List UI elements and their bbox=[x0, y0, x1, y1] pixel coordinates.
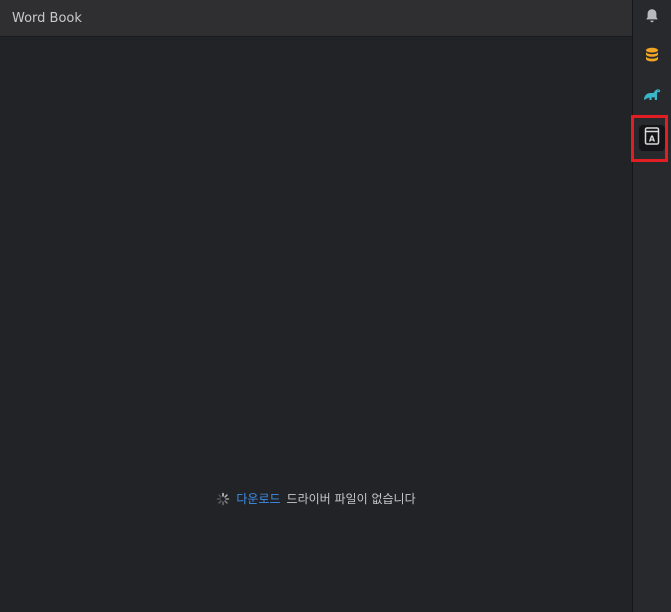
word-book-button[interactable]: A bbox=[639, 125, 665, 151]
dinosaur-button[interactable] bbox=[639, 84, 665, 110]
bell-icon bbox=[643, 7, 661, 29]
svg-text:A: A bbox=[649, 135, 656, 144]
panel-title: Word Book bbox=[12, 10, 82, 26]
app-window: Word Book 다운로드 드라이버 파일이 없습니다 A bbox=[0, 0, 671, 612]
database-button[interactable] bbox=[639, 44, 665, 70]
download-link[interactable]: 다운로드 bbox=[236, 490, 280, 507]
notifications-button[interactable] bbox=[639, 5, 665, 31]
empty-message: 드라이버 파일이 없습니다 bbox=[286, 492, 416, 506]
database-icon bbox=[643, 46, 661, 68]
panel-header: Word Book bbox=[0, 0, 632, 37]
empty-state: 다운로드 드라이버 파일이 없습니다 bbox=[0, 490, 632, 507]
spinner-icon bbox=[216, 492, 230, 506]
right-sidebar: A bbox=[631, 0, 671, 612]
word-book-icon: A bbox=[643, 126, 661, 150]
word-book-panel: Word Book 다운로드 드라이버 파일이 없습니다 bbox=[0, 0, 632, 612]
dinosaur-icon bbox=[642, 86, 662, 108]
